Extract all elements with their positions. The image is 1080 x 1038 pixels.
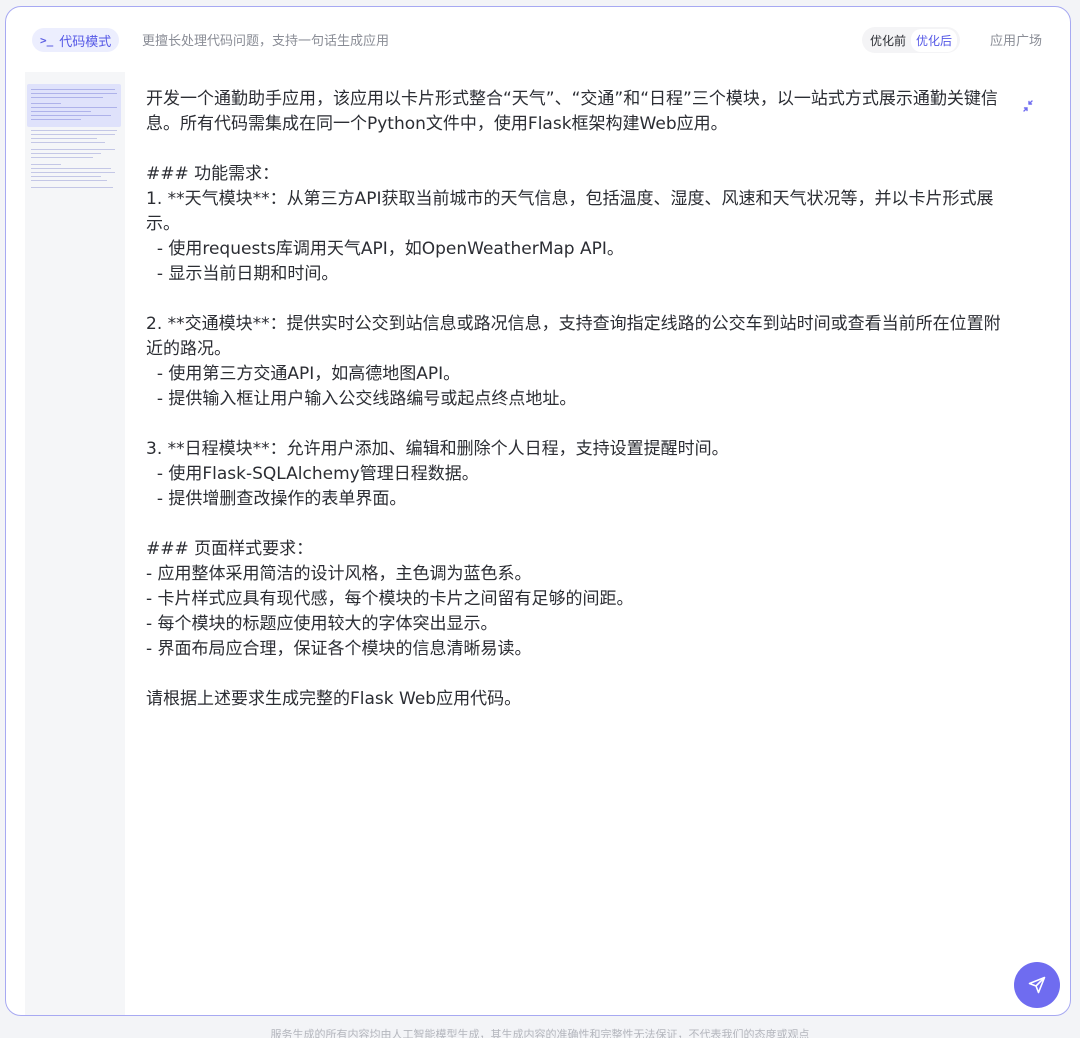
header: >_ 代码模式 更擅长处理代码问题，支持一句话生成应用 优化前 优化后 应用广场 <box>6 7 1070 71</box>
page-thumbnail-strip[interactable] <box>25 72 125 1015</box>
prompt-text: 开发一个通勤助手应用，该应用以卡片形式整合“天气”、“交通”和“日程”三个模块，… <box>146 89 1001 709</box>
code-mode-label: 代码模式 <box>59 34 112 50</box>
collapse-arrows-icon[interactable] <box>1019 98 1037 116</box>
mode-description: 更擅长处理代码问题，支持一句话生成应用 <box>142 34 390 49</box>
page-thumbnail-continued <box>27 128 121 198</box>
send-paper-plane-icon <box>1028 976 1046 994</box>
code-mode-button[interactable]: >_ 代码模式 <box>32 28 120 52</box>
optimize-after-tab[interactable]: 优化后 <box>911 28 958 52</box>
terminal-prompt-icon: >_ <box>40 33 54 47</box>
prompt-card: >_ 代码模式 更擅长处理代码问题，支持一句话生成应用 优化前 优化后 应用广场 <box>5 6 1071 1016</box>
app-market-link[interactable]: 应用广场 <box>990 30 1042 49</box>
optimize-toggle: 优化前 优化后 <box>862 27 961 53</box>
optimize-before-tab[interactable]: 优化前 <box>865 29 911 52</box>
page-thumbnail[interactable] <box>27 84 121 127</box>
send-button[interactable] <box>1014 962 1060 1008</box>
